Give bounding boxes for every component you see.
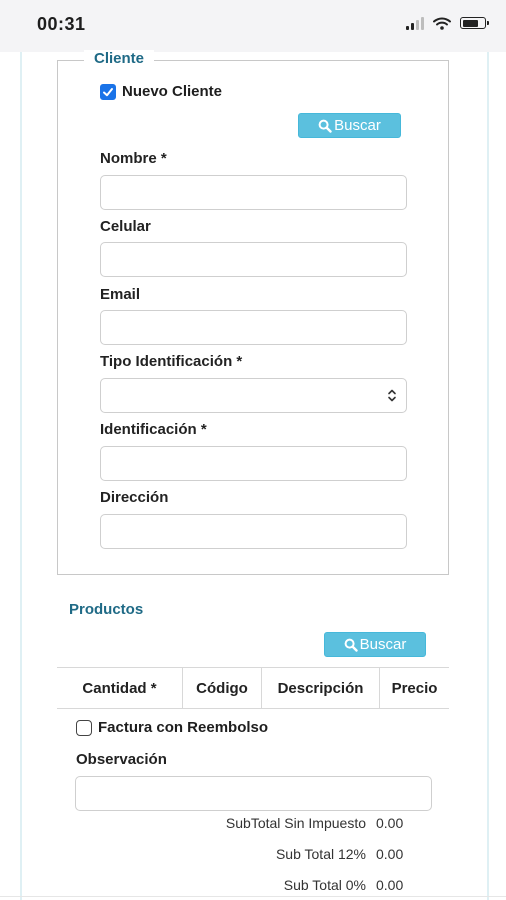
status-icons — [406, 16, 489, 30]
battery-icon — [460, 17, 489, 29]
subtotal-0-label: Sub Total 0% — [283, 877, 366, 893]
nombre-label: Nombre * — [100, 150, 167, 167]
column-header-codigo[interactable]: Código — [182, 668, 261, 708]
factura-reembolso-row[interactable]: Factura con Reembolso — [76, 719, 268, 736]
nuevo-cliente-checkbox[interactable] — [100, 83, 116, 100]
email-label: Email — [100, 286, 141, 303]
productos-title: Productos — [69, 601, 144, 618]
email-input[interactable] — [100, 310, 407, 345]
direccion-label: Dirección — [100, 489, 169, 506]
search-icon — [318, 119, 332, 133]
signal-icon — [406, 16, 424, 30]
subtotal-0-value: 0.00 — [376, 877, 404, 893]
direccion-input[interactable] — [100, 514, 407, 549]
column-header-precio[interactable]: Precio — [379, 668, 449, 708]
subtotal-sin-impuesto-value: 0.00 — [376, 815, 404, 831]
status-time: 00:31 — [37, 14, 86, 34]
subtotal-12-value: 0.00 — [376, 846, 404, 862]
factura-reembolso-checkbox[interactable] — [76, 719, 92, 736]
cliente-buscar-label: Buscar — [334, 117, 381, 134]
right-page-edge — [487, 52, 489, 900]
nuevo-cliente-label: Nuevo Cliente — [122, 83, 223, 100]
column-header-cantidad[interactable]: Cantidad * — [57, 668, 182, 708]
bottom-divider — [0, 896, 506, 897]
totals-row: SubTotal Sin Impuesto 0.00 — [0, 815, 506, 833]
factura-reembolso-label: Factura con Reembolso — [98, 719, 269, 736]
wifi-icon — [433, 17, 451, 30]
nombre-input[interactable] — [100, 175, 407, 210]
tipo-identificacion-label: Tipo Identificación * — [100, 353, 243, 370]
observacion-input[interactable] — [75, 776, 432, 811]
productos-table-header: Cantidad * Código Descripción Precio — [57, 667, 449, 709]
subtotal-sin-impuesto-label: SubTotal Sin Impuesto — [225, 815, 366, 831]
identificacion-label: Identificación * — [100, 421, 207, 438]
left-page-edge — [20, 52, 22, 900]
observacion-label: Observación — [76, 751, 167, 768]
productos-buscar-label: Buscar — [359, 636, 407, 653]
identificacion-input[interactable] — [100, 446, 407, 481]
celular-input[interactable] — [100, 242, 407, 277]
check-icon — [103, 87, 113, 96]
totals-row: Sub Total 0% 0.00 — [0, 877, 506, 895]
nuevo-cliente-row[interactable]: Nuevo Cliente — [100, 83, 222, 100]
cliente-buscar-button[interactable]: Buscar — [298, 113, 401, 138]
tipo-identificacion-select[interactable] — [100, 378, 407, 413]
column-header-descripcion[interactable]: Descripción — [261, 668, 379, 708]
celular-label: Celular — [100, 218, 151, 235]
status-bar: 00:31 — [0, 0, 506, 52]
totals-row: Sub Total 12% 0.00 — [0, 846, 506, 864]
search-icon — [344, 638, 358, 652]
productos-buscar-button[interactable]: Buscar — [324, 632, 426, 657]
select-arrows-icon — [388, 389, 396, 402]
subtotal-12-label: Sub Total 12% — [275, 846, 366, 862]
cliente-legend: Cliente — [84, 50, 155, 67]
